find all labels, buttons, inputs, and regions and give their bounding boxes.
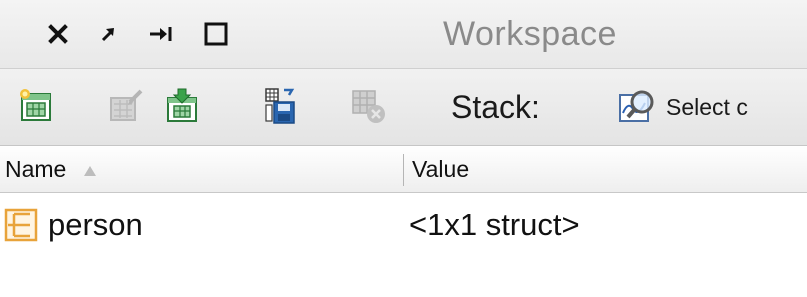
close-button[interactable]	[38, 0, 78, 68]
title-bar: Workspace	[0, 0, 807, 69]
undock-arrow-icon	[101, 28, 114, 42]
table-header: Name Value	[0, 146, 807, 193]
open-variable-icon	[110, 89, 143, 121]
struct-icon	[4, 208, 38, 242]
name-cell: person	[0, 194, 143, 256]
import-data-icon	[167, 88, 197, 122]
minimize-arrow-icon	[150, 27, 172, 41]
new-variable-icon	[20, 89, 51, 121]
close-icon	[48, 24, 68, 44]
import-data-button[interactable]	[162, 83, 202, 129]
stack-label: Stack:	[451, 89, 540, 125]
maximize-icon	[204, 22, 228, 46]
magnifier-plot-icon	[619, 90, 654, 122]
maximize-button[interactable]	[196, 0, 236, 68]
select-label: Select c	[666, 93, 748, 120]
workspace-window: Workspace Stack: Select c Name Value per…	[0, 0, 807, 297]
window-title: Workspace	[443, 15, 617, 53]
column-divider[interactable]	[403, 154, 404, 186]
name-column-header[interactable]: Name	[5, 146, 395, 192]
delete-variable-button[interactable]	[348, 83, 388, 129]
table-row[interactable]: person <1x1 struct>	[0, 194, 807, 256]
sort-ascending-icon	[83, 146, 97, 192]
variable-name: person	[48, 207, 143, 242]
open-variable-button[interactable]	[106, 83, 146, 129]
name-column-label: Name	[5, 156, 67, 182]
new-variable-button[interactable]	[16, 83, 56, 129]
value-column-label: Value	[412, 156, 470, 182]
minimize-button[interactable]	[140, 0, 184, 68]
undock-button[interactable]	[88, 0, 128, 68]
select-configuration-button[interactable]: Select c	[618, 83, 748, 131]
delete-variable-icon	[352, 90, 385, 123]
toolbar: Stack: Select c	[0, 69, 807, 146]
save-workspace-button[interactable]	[260, 83, 300, 129]
save-workspace-icon	[265, 88, 295, 124]
value-column-header[interactable]: Value	[412, 146, 807, 192]
variable-value: <1x1 struct>	[409, 207, 580, 242]
